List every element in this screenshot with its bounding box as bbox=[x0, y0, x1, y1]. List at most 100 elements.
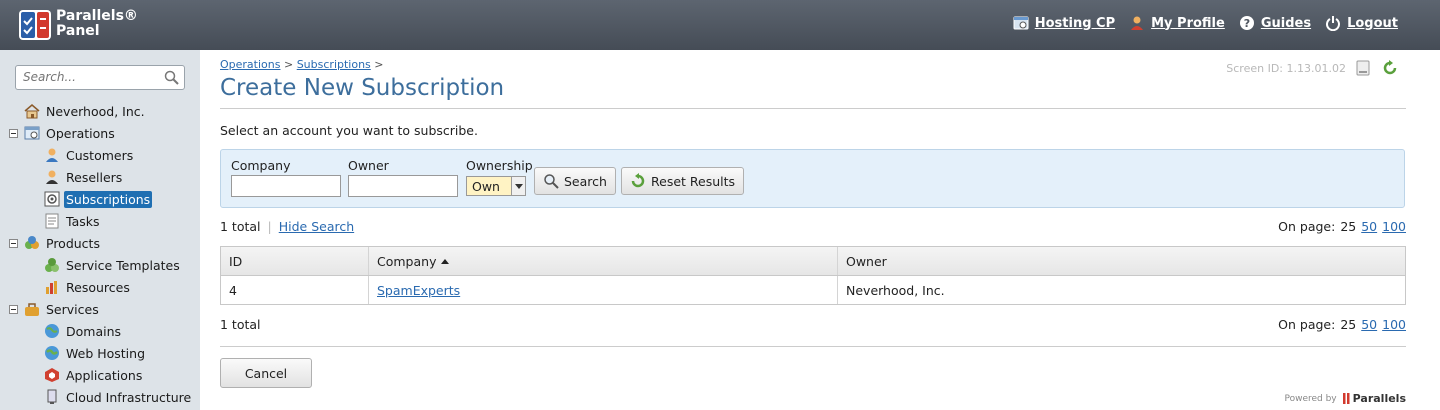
page-size-100[interactable]: 100 bbox=[1382, 219, 1406, 234]
page-size-50[interactable]: 50 bbox=[1361, 219, 1377, 234]
chevron-down-icon bbox=[511, 177, 525, 195]
services-icon bbox=[25, 303, 39, 316]
logo-line-1: Parallels® bbox=[56, 8, 138, 24]
parallels-brand: Parallels bbox=[1342, 392, 1406, 405]
hosting-cp-icon bbox=[1013, 16, 1029, 30]
tree-item-label: Services bbox=[46, 301, 99, 317]
sidebar: Neverhood, Inc. Operations Customers Res… bbox=[0, 50, 200, 410]
column-header-company[interactable]: Company bbox=[369, 247, 838, 275]
column-header-owner[interactable]: Owner bbox=[838, 247, 1405, 275]
tree-item-operations[interactable]: Operations bbox=[0, 122, 200, 144]
page-icon[interactable] bbox=[1356, 60, 1370, 76]
tree-item-service-templates[interactable]: Service Templates bbox=[0, 254, 200, 276]
cell-id: 4 bbox=[221, 276, 369, 304]
screen-id: Screen ID: 1.13.01.02 bbox=[1226, 62, 1346, 75]
tree-item-products[interactable]: Products bbox=[0, 232, 200, 254]
list-summary-top: 1 total | Hide Search bbox=[220, 219, 354, 234]
instruction-text: Select an account you want to subscribe. bbox=[220, 123, 478, 138]
nav-logout[interactable]: Logout bbox=[1325, 15, 1398, 31]
title-divider bbox=[220, 108, 1406, 109]
table-header: ID Company Owner bbox=[221, 247, 1405, 276]
logo-text: Parallels® Panel bbox=[56, 9, 138, 39]
reset-results-button[interactable]: Reset Results bbox=[621, 167, 745, 195]
total-count: 1 total bbox=[220, 317, 261, 332]
cell-company: SpamExperts bbox=[369, 276, 838, 304]
page-title: Create New Subscription bbox=[220, 75, 505, 101]
reseller-icon bbox=[46, 170, 58, 184]
refresh-icon[interactable] bbox=[1382, 60, 1398, 76]
tree-item-subscriptions[interactable]: Subscriptions bbox=[0, 188, 200, 210]
owner-input[interactable] bbox=[348, 175, 458, 197]
svg-text:?: ? bbox=[1244, 17, 1250, 30]
search-filter-panel: Company Owner Ownership Own Search Reset… bbox=[220, 149, 1405, 208]
sidebar-search-input[interactable] bbox=[23, 66, 163, 88]
total-count: 1 total bbox=[220, 219, 261, 234]
tree-item-customers[interactable]: Customers bbox=[0, 144, 200, 166]
hide-search-link[interactable]: Hide Search bbox=[279, 219, 354, 234]
tree-item-label: Resources bbox=[66, 279, 130, 295]
footer-divider bbox=[220, 346, 1406, 347]
nav-hosting-cp[interactable]: Hosting CP bbox=[1013, 15, 1115, 31]
powered-by: Powered by Parallels bbox=[1284, 392, 1406, 405]
collapse-toggle-icon[interactable] bbox=[9, 305, 18, 314]
cloud-icon bbox=[47, 389, 57, 404]
company-input[interactable] bbox=[231, 175, 341, 197]
help-icon: ? bbox=[1239, 16, 1254, 30]
tree-item-label: Domains bbox=[66, 323, 122, 339]
tree-item-services[interactable]: Services bbox=[0, 298, 200, 320]
collapse-toggle-icon[interactable] bbox=[9, 239, 18, 248]
tree-item-label: Customers bbox=[66, 147, 134, 163]
magnifier-icon bbox=[544, 174, 559, 189]
nav-my-profile[interactable]: My Profile bbox=[1129, 15, 1225, 31]
tree-item-label: Tasks bbox=[66, 213, 100, 229]
table-row: 4 SpamExperts Neverhood, Inc. bbox=[221, 276, 1405, 304]
page-size-selector-bottom: On page: 25 50 100 bbox=[1278, 317, 1406, 332]
tree-item-applications[interactable]: Applications bbox=[0, 364, 200, 386]
search-button-label: Search bbox=[564, 173, 607, 189]
parallels-logo-icon bbox=[19, 10, 51, 40]
breadcrumb-operations[interactable]: Operations bbox=[220, 58, 280, 71]
search-button[interactable]: Search bbox=[534, 167, 616, 195]
company-link[interactable]: SpamExperts bbox=[377, 283, 460, 298]
cancel-button[interactable]: Cancel bbox=[220, 358, 312, 388]
page-size-100[interactable]: 100 bbox=[1382, 317, 1406, 332]
list-summary-bottom: 1 total bbox=[220, 317, 261, 332]
column-header-label: ID bbox=[229, 253, 243, 269]
applications-icon bbox=[45, 368, 59, 382]
brand-name: Parallels bbox=[1352, 392, 1406, 405]
tree-item-tasks[interactable]: Tasks bbox=[0, 210, 200, 232]
search-icon[interactable] bbox=[164, 70, 179, 85]
products-icon bbox=[25, 236, 39, 249]
tree-item-neverhood[interactable]: Neverhood, Inc. bbox=[0, 100, 200, 122]
tree-item-resources[interactable]: Resources bbox=[0, 276, 200, 298]
tree-item-label: Cloud Infrastructure bbox=[66, 389, 192, 405]
ownership-select[interactable]: Own bbox=[466, 176, 526, 196]
tree-item-domains[interactable]: Domains bbox=[0, 320, 200, 342]
subscriptions-table: ID Company Owner 4 SpamExperts Neverhood… bbox=[220, 246, 1406, 305]
tree-item-cloud-infrastructure[interactable]: Cloud Infrastructure bbox=[0, 386, 200, 408]
resources-icon bbox=[46, 281, 57, 294]
breadcrumb-subscriptions[interactable]: Subscriptions bbox=[297, 58, 371, 71]
nav-logout-label: Logout bbox=[1347, 15, 1398, 31]
operations-icon bbox=[24, 126, 40, 140]
column-header-id[interactable]: ID bbox=[221, 247, 369, 275]
nav-tree: Neverhood, Inc. Operations Customers Res… bbox=[0, 100, 200, 408]
tasks-icon bbox=[45, 213, 59, 229]
nav-guides-label: Guides bbox=[1260, 15, 1312, 31]
user-icon bbox=[1131, 16, 1144, 30]
power-icon bbox=[1326, 16, 1341, 31]
tree-item-web-hosting[interactable]: Web Hosting bbox=[0, 342, 200, 364]
parallels-bars-icon bbox=[1342, 393, 1350, 404]
tree-item-resellers[interactable]: Resellers bbox=[0, 166, 200, 188]
nav-guides[interactable]: ? Guides bbox=[1239, 15, 1311, 31]
page-size-50[interactable]: 50 bbox=[1361, 317, 1377, 332]
web-hosting-icon bbox=[45, 346, 59, 360]
tree-item-label: Operations bbox=[46, 125, 115, 141]
powered-by-label: Powered by bbox=[1284, 393, 1337, 404]
company-label: Company bbox=[231, 158, 291, 173]
tree-item-label: Applications bbox=[66, 367, 143, 383]
ownership-value: Own bbox=[472, 178, 500, 194]
summary-separator: | bbox=[267, 219, 272, 234]
collapse-toggle-icon[interactable] bbox=[9, 129, 18, 138]
breadcrumb-sep: > bbox=[374, 58, 384, 71]
